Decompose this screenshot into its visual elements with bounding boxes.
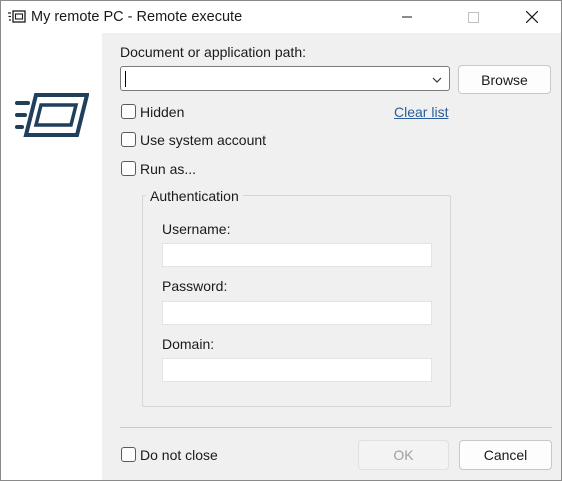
path-label: Document or application path:: [120, 44, 306, 60]
remote-execute-icon: [8, 10, 26, 23]
use-system-account-checkbox[interactable]: [121, 132, 136, 147]
hidden-label[interactable]: Hidden: [140, 104, 184, 120]
left-pane: [1, 33, 102, 480]
browse-button[interactable]: Browse: [458, 65, 551, 94]
text-cursor: [125, 71, 126, 87]
username-label: Username:: [162, 221, 231, 237]
run-as-label[interactable]: Run as...: [140, 161, 196, 177]
remote-execute-window: My remote PC - Remote execute Document o…: [0, 0, 562, 481]
ok-button[interactable]: OK: [358, 440, 449, 470]
footer-divider: [120, 427, 552, 428]
title-bar[interactable]: My remote PC - Remote execute: [1, 1, 561, 33]
authentication-group-title: Authentication: [146, 188, 243, 204]
close-icon: [526, 11, 538, 23]
dialog-content: Document or application path: Browse Hid…: [102, 33, 561, 480]
minimize-icon: [402, 16, 412, 18]
clear-list-link[interactable]: Clear list: [394, 104, 448, 120]
run-as-checkbox[interactable]: [121, 161, 136, 176]
domain-field[interactable]: [162, 358, 432, 382]
path-input[interactable]: [121, 67, 429, 90]
password-field[interactable]: [162, 301, 432, 325]
use-system-account-label[interactable]: Use system account: [140, 132, 266, 148]
maximize-icon: [467, 11, 479, 23]
domain-label: Domain:: [162, 336, 215, 352]
hidden-checkbox[interactable]: [121, 104, 136, 119]
window-title: My remote PC - Remote execute: [31, 9, 243, 25]
chevron-down-icon[interactable]: [431, 73, 443, 85]
username-field[interactable]: [162, 243, 432, 267]
password-label: Password:: [162, 278, 228, 294]
cancel-button[interactable]: Cancel: [459, 440, 552, 470]
minimize-button[interactable]: [384, 1, 430, 33]
maximize-button[interactable]: [450, 1, 496, 33]
do-not-close-checkbox[interactable]: [121, 447, 136, 462]
do-not-close-label[interactable]: Do not close: [140, 447, 218, 463]
path-combobox[interactable]: [120, 66, 450, 91]
remote-execute-logo-icon: [15, 91, 90, 142]
close-button[interactable]: [509, 1, 555, 33]
